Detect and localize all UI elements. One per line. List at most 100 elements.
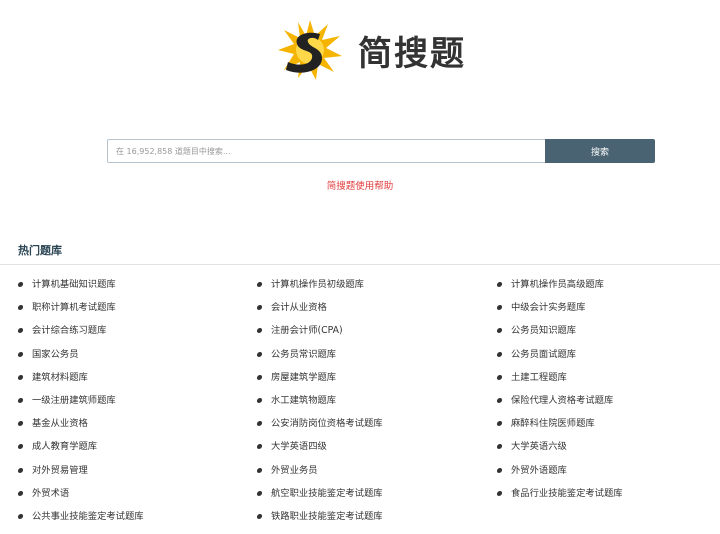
bank-link-label[interactable]: 铁路职业技能鉴定考试题库 bbox=[271, 510, 383, 524]
bank-link-item[interactable]: 航空职业技能鉴定考试题库 bbox=[256, 487, 383, 510]
bank-link-label[interactable]: 大学英语四级 bbox=[271, 440, 327, 454]
bank-link-label[interactable]: 食品行业技能鉴定考试题库 bbox=[511, 487, 623, 501]
bullet-icon bbox=[256, 421, 263, 427]
bank-link-item[interactable]: 计算机操作员高级题库 bbox=[496, 278, 623, 301]
bank-column-3: 计算机操作员高级题库 中级会计实务题库 公务员知识题库 公务员面试题库 土建工程题库保险… bbox=[496, 278, 623, 510]
bullet-icon bbox=[17, 421, 24, 427]
bank-link-item[interactable]: 公共事业技能鉴定考试题库 bbox=[17, 510, 144, 533]
bank-link-label[interactable]: 计算机操作员初级题库 bbox=[271, 278, 364, 292]
bank-link-item[interactable]: 土建工程题库 bbox=[496, 371, 623, 394]
bank-link-item[interactable]: 建筑材料题库 bbox=[17, 371, 144, 394]
bullet-icon bbox=[496, 351, 503, 357]
bank-link-label[interactable]: 对外贸易管理 bbox=[32, 464, 88, 478]
bank-link-label[interactable]: 航空职业技能鉴定考试题库 bbox=[271, 487, 383, 501]
bank-link-label[interactable]: 建筑材料题库 bbox=[32, 371, 88, 385]
bank-link-item[interactable]: 基金从业资格 bbox=[17, 417, 144, 440]
bank-link-item[interactable]: 大学英语四级 bbox=[256, 440, 383, 463]
bank-column-1: 计算机基础知识题库 职称计算机考试题库 会计综合练习题库 国家公务员建筑材料题库一级注… bbox=[17, 278, 144, 533]
bank-link-label[interactable]: 注册会计师(CPA) bbox=[271, 324, 343, 338]
bank-link-label[interactable]: 基金从业资格 bbox=[32, 417, 88, 431]
bullet-icon bbox=[496, 444, 503, 450]
bank-link-item[interactable]: 公务员知识题库 bbox=[496, 324, 623, 347]
bank-link-item[interactable]: 水工建筑物题库 bbox=[256, 394, 383, 417]
bank-link-label[interactable]: 公安消防岗位资格考试题库 bbox=[271, 417, 383, 431]
bank-link-item[interactable]: 房屋建筑学题库 bbox=[256, 371, 383, 394]
bullet-icon bbox=[256, 513, 263, 519]
bank-link-label[interactable]: 国家公务员 bbox=[32, 348, 79, 362]
bank-link-label[interactable]: 外贸业务员 bbox=[271, 464, 318, 478]
bank-link-label[interactable]: 会计从业资格 bbox=[271, 301, 327, 315]
bank-link-item[interactable]: 会计从业资格 bbox=[256, 301, 383, 324]
bullet-icon bbox=[256, 282, 263, 287]
bank-link-label[interactable]: 会计综合练习题库 bbox=[32, 324, 106, 338]
bullet-icon bbox=[17, 328, 24, 334]
bank-link-item[interactable]: 公安消防岗位资格考试题库 bbox=[256, 417, 383, 440]
bank-link-item[interactable]: 职称计算机考试题库 bbox=[17, 301, 144, 324]
help-link-row: 简搜题使用帮助 bbox=[0, 178, 720, 192]
bullet-icon bbox=[17, 444, 24, 450]
bank-link-label[interactable]: 大学英语六级 bbox=[511, 440, 567, 454]
bank-link-label[interactable]: 中级会计实务题库 bbox=[511, 301, 585, 315]
bank-link-label[interactable]: 计算机操作员高级题库 bbox=[511, 278, 604, 292]
bank-link-item[interactable]: 大学英语六级 bbox=[496, 440, 623, 463]
bank-link-label[interactable]: 保险代理人资格考试题库 bbox=[511, 394, 613, 408]
bank-link-label[interactable]: 计算机基础知识题库 bbox=[32, 278, 116, 292]
bank-link-item[interactable]: 计算机基础知识题库 bbox=[17, 278, 144, 301]
bank-link-label[interactable]: 公务员面试题库 bbox=[511, 348, 576, 362]
bank-column-2: 计算机操作员初级题库 会计从业资格注册会计师(CPA) 公务员常识题库 房屋建筑学题库… bbox=[256, 278, 383, 533]
bullet-icon bbox=[256, 397, 263, 403]
bank-link-item[interactable]: 铁路职业技能鉴定考试题库 bbox=[256, 510, 383, 533]
bank-link-item[interactable]: 外贸业务员 bbox=[256, 464, 383, 487]
bullet-icon bbox=[496, 467, 503, 473]
bank-link-label[interactable]: 成人教育学题库 bbox=[32, 440, 97, 454]
bank-link-label[interactable]: 外贸外语题库 bbox=[511, 464, 567, 478]
divider bbox=[0, 264, 720, 265]
bullet-icon bbox=[256, 374, 263, 380]
bullet-icon bbox=[256, 490, 263, 496]
bank-link-label[interactable]: 外贸术语 bbox=[32, 487, 69, 501]
bullet-icon bbox=[17, 467, 24, 473]
bank-link-label[interactable]: 公共事业技能鉴定考试题库 bbox=[32, 510, 144, 524]
bullet-icon bbox=[496, 421, 503, 427]
bullet-icon bbox=[17, 305, 24, 311]
bullet-icon bbox=[256, 305, 263, 311]
bullet-icon bbox=[17, 513, 24, 519]
bullet-icon bbox=[17, 490, 24, 496]
bullet-icon bbox=[17, 397, 24, 403]
bank-link-item[interactable]: 外贸外语题库 bbox=[496, 464, 623, 487]
bank-link-item[interactable]: 中级会计实务题库 bbox=[496, 301, 623, 324]
bank-link-item[interactable]: 公务员面试题库 bbox=[496, 348, 623, 371]
bullet-icon bbox=[496, 305, 503, 311]
bank-link-item[interactable]: 一级注册建筑师题库 bbox=[17, 394, 144, 417]
bank-link-label[interactable]: 土建工程题库 bbox=[511, 371, 567, 385]
section-title: 热门题库 bbox=[18, 244, 62, 257]
bank-link-label[interactable]: 麻醉科住院医师题库 bbox=[511, 417, 595, 431]
bank-link-item[interactable]: 对外贸易管理 bbox=[17, 464, 144, 487]
bank-link-item[interactable]: 公务员常识题库 bbox=[256, 348, 383, 371]
bank-link-label[interactable]: 公务员常识题库 bbox=[271, 348, 336, 362]
bank-link-item[interactable]: 计算机操作员初级题库 bbox=[256, 278, 383, 301]
bank-link-item[interactable]: 国家公务员 bbox=[17, 348, 144, 371]
bank-link-label[interactable]: 一级注册建筑师题库 bbox=[32, 394, 116, 408]
bullet-icon bbox=[256, 351, 263, 357]
bullet-icon bbox=[17, 282, 24, 287]
bank-link-item[interactable]: 食品行业技能鉴定考试题库 bbox=[496, 487, 623, 510]
bank-link-label[interactable]: 水工建筑物题库 bbox=[271, 394, 336, 408]
search-button[interactable]: 搜索 bbox=[545, 139, 655, 163]
bank-link-label[interactable]: 职称计算机考试题库 bbox=[32, 301, 116, 315]
bank-link-item[interactable]: 成人教育学题库 bbox=[17, 440, 144, 463]
bank-link-label[interactable]: 公务员知识题库 bbox=[511, 324, 576, 338]
bank-link-item[interactable]: 麻醉科住院医师题库 bbox=[496, 417, 623, 440]
bank-link-item[interactable]: 外贸术语 bbox=[17, 487, 144, 510]
bullet-icon bbox=[496, 490, 503, 496]
help-link[interactable]: 简搜题使用帮助 bbox=[327, 181, 394, 192]
search-input[interactable] bbox=[107, 139, 545, 163]
bullet-icon bbox=[17, 374, 24, 380]
bank-link-item[interactable]: 会计综合练习题库 bbox=[17, 324, 144, 347]
bank-link-item[interactable]: 注册会计师(CPA) bbox=[256, 324, 383, 347]
site-logo[interactable]: 简搜题 bbox=[276, 18, 466, 82]
bullet-icon bbox=[496, 328, 503, 334]
bank-link-item[interactable]: 保险代理人资格考试题库 bbox=[496, 394, 623, 417]
sun-s-logo-icon bbox=[278, 20, 342, 80]
bank-link-label[interactable]: 房屋建筑学题库 bbox=[271, 371, 336, 385]
